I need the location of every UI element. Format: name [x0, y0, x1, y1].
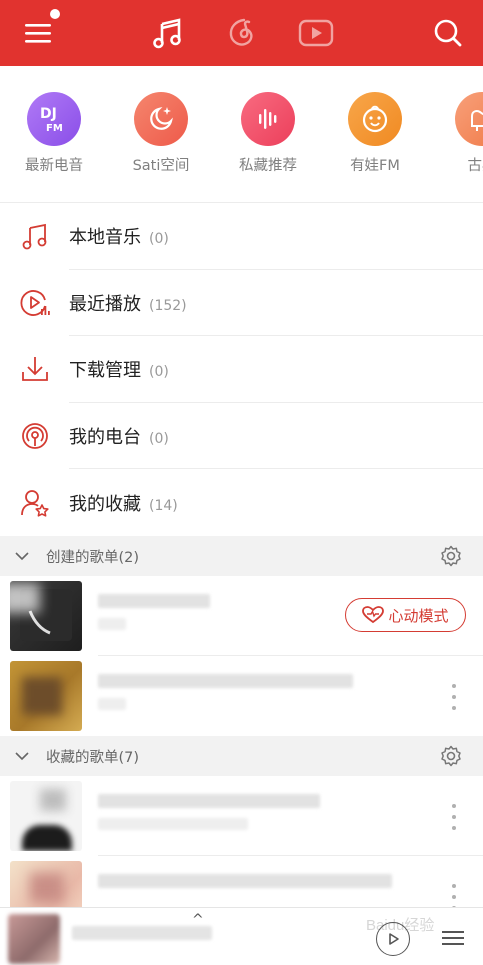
section-title: 收藏的歌单(7): [46, 749, 140, 766]
recent-play-count: (152): [149, 297, 187, 314]
local-music-count: (0): [149, 231, 169, 248]
baby-face-icon: [348, 92, 402, 146]
play-button[interactable]: [376, 922, 410, 956]
dj-fm-icon: DJ FM: [27, 92, 81, 146]
section-title: 创建的歌单(2): [46, 549, 140, 566]
playlist-item[interactable]: [0, 776, 483, 856]
search-button[interactable]: [420, 0, 476, 66]
section-collected-playlists[interactable]: 收藏的歌单(7): [0, 736, 483, 776]
tab-my-music[interactable]: [140, 0, 196, 66]
quick-entry-label: 有娃FM: [350, 158, 400, 174]
playlist-item[interactable]: [0, 656, 483, 736]
playlist-cover: [10, 661, 82, 731]
quick-entry-label: 最新电音: [25, 158, 83, 174]
playlist-text-blurred: [98, 674, 353, 720]
quick-entry-label: 私藏推荐: [239, 158, 297, 174]
music-note-icon: [18, 219, 52, 253]
favorites-label: 我的收藏: [69, 493, 141, 515]
playlist-cover: [10, 781, 82, 851]
list-item-label: 最近播放 (152): [69, 290, 187, 316]
list-item-downloads[interactable]: 下载管理 (0): [0, 336, 483, 403]
more-options-icon[interactable]: [451, 804, 457, 830]
menu-button[interactable]: [10, 0, 66, 66]
chevron-down-icon: [14, 550, 44, 562]
hamburger-menu-icon: [25, 24, 51, 43]
list-item-my-radio[interactable]: 我的电台 (0): [0, 403, 483, 470]
moon-sparkle-icon: [134, 92, 188, 146]
list-item-recent-play[interactable]: 最近播放 (152): [0, 270, 483, 337]
piano-icon: [455, 92, 483, 146]
downloads-label: 下载管理: [69, 360, 141, 382]
quick-entry-dj[interactable]: DJ FM 最新电音: [9, 92, 99, 175]
playlist-text-blurred: [98, 874, 392, 898]
quick-entry-label: 古典: [467, 158, 483, 174]
now-playing-title-blurred: [72, 926, 212, 940]
my-radio-count: (0): [149, 431, 169, 448]
quick-entry-label: Sati空间: [132, 158, 190, 174]
section-created-playlists[interactable]: 创建的歌单(2): [0, 536, 483, 576]
notification-dot: [50, 9, 60, 19]
my-radio-label: 我的电台: [69, 427, 141, 449]
now-playing-cover: [8, 914, 60, 964]
recent-play-label: 最近播放: [69, 293, 141, 315]
netease-cloud-icon: [229, 18, 253, 46]
music-note-icon: [153, 18, 181, 49]
heart-mode-button[interactable]: 心动模式: [345, 598, 466, 632]
list-item-label: 本地音乐 (0): [69, 223, 169, 249]
playlist-item[interactable]: 心动模式: [0, 576, 483, 656]
list-item-label: 我的电台 (0): [69, 423, 169, 449]
gear-icon[interactable]: [439, 544, 463, 568]
tab-video[interactable]: [288, 0, 344, 66]
search-icon: [434, 19, 462, 47]
recent-play-icon: [18, 286, 52, 320]
heart-mode-label: 心动模式: [388, 606, 449, 625]
top-bar: [0, 0, 483, 66]
download-icon: [18, 352, 52, 386]
favorite-user-icon: [18, 486, 52, 520]
quick-entry-sati[interactable]: Sati空间: [116, 92, 206, 175]
gear-icon[interactable]: [439, 744, 463, 768]
quick-entries: DJ FM 最新电音 Sati空间 私藏推荐 有娃FM 古: [0, 66, 483, 202]
soundwave-icon: [241, 92, 295, 146]
mini-player[interactable]: ^ Baidu经验: [0, 907, 483, 965]
tab-discover[interactable]: [214, 0, 270, 66]
svg-text:DJ: DJ: [40, 106, 57, 122]
list-item-label: 下载管理 (0): [69, 356, 169, 382]
quick-entry-classical[interactable]: 古典: [437, 92, 483, 175]
quick-entry-baby-fm[interactable]: 有娃FM: [330, 92, 420, 175]
more-options-icon[interactable]: [451, 684, 457, 710]
list-item-favorites[interactable]: 我的收藏 (14): [0, 469, 483, 536]
local-music-label: 本地音乐: [69, 227, 141, 249]
playlist-text-blurred: [98, 794, 320, 840]
play-icon: [389, 933, 399, 945]
playlist-text-blurred: [98, 594, 210, 640]
radio-icon: [18, 419, 52, 453]
playlist-cover: [10, 581, 82, 651]
list-item-local-music[interactable]: 本地音乐 (0): [0, 203, 483, 270]
favorites-count: (14): [149, 497, 178, 514]
my-music-list: 本地音乐 (0) 最近播放 (152) 下载管理 (0) 我的电台 (0) 我的…: [0, 203, 483, 536]
video-play-icon: [298, 19, 334, 47]
downloads-count: (0): [149, 364, 169, 381]
list-item-label: 我的收藏 (14): [69, 490, 178, 516]
chevron-down-icon: [14, 750, 44, 762]
svg-text:FM: FM: [46, 123, 63, 134]
caret-up-icon[interactable]: ^: [192, 912, 204, 928]
heart-icon: [362, 606, 385, 624]
quick-entry-private[interactable]: 私藏推荐: [223, 92, 313, 175]
playlist-queue-icon[interactable]: [440, 926, 466, 950]
